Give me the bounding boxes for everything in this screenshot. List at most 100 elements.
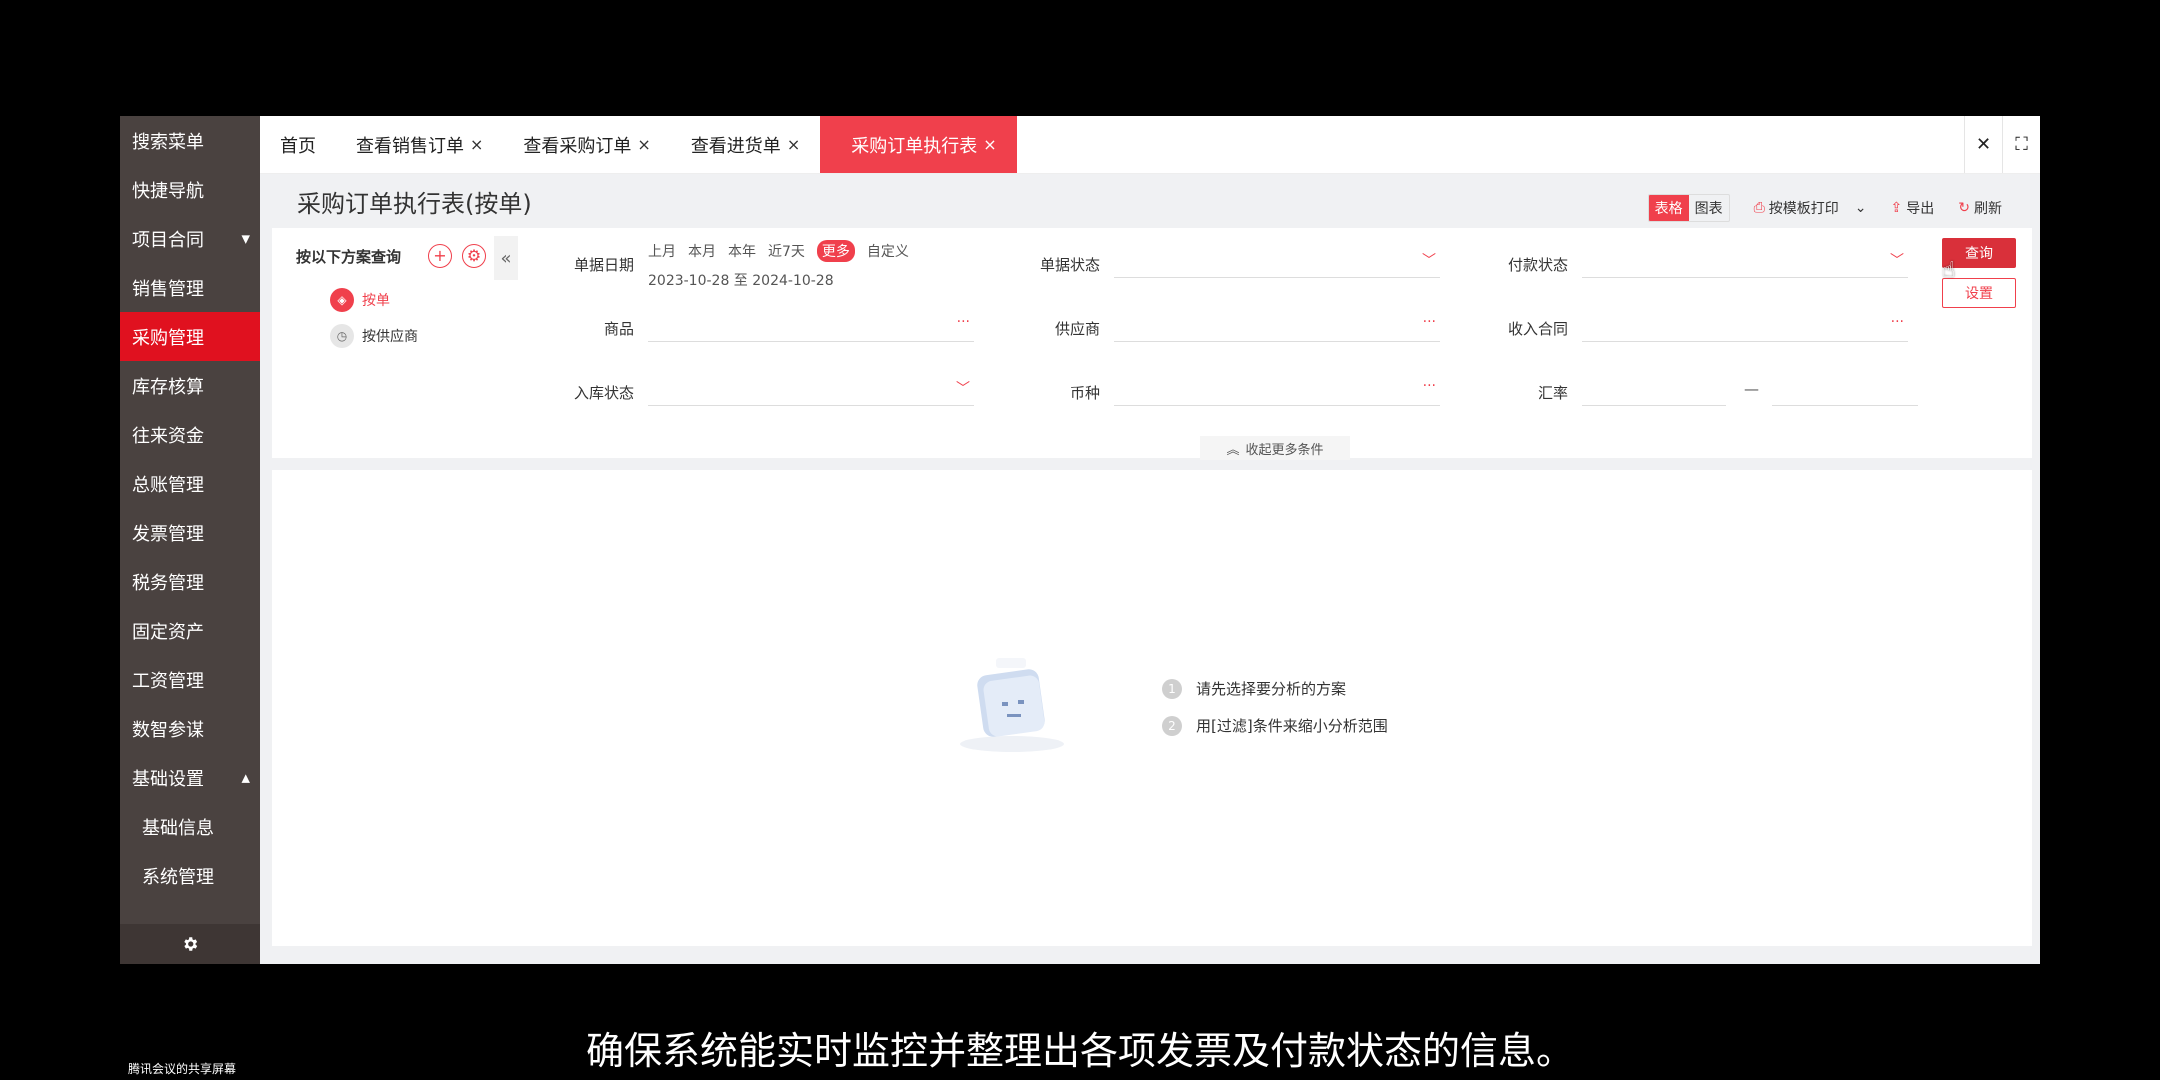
plan-item-by-order[interactable]: ◈ 按单 [330,288,390,312]
tab-home[interactable]: 首页 [260,116,336,173]
chevron-down-icon: ﹀ [1422,253,1436,269]
collapse-more-conditions[interactable]: ︽ 收起更多条件 [1200,436,1350,460]
settings-gear-button[interactable] [120,924,260,964]
sidebar-item-label: 快捷导航 [132,180,204,202]
screen-share-note: 腾讯会议的共享屏幕 [128,1062,237,1076]
tab-view-sales-order[interactable]: 查看销售订单 × [336,116,503,173]
tab-label: 查看进货单 [690,135,781,157]
close-icon: ✕ [1975,134,1992,155]
caret-down-icon: ▼ [241,232,250,245]
export-icon: ⇪ [1890,200,1903,216]
sidebar: 搜索菜单 快捷导航 项目合同 ▼ 销售管理 采购管理 库存核算 往来资金 总账管理… [120,116,260,964]
sidebar-item-tax[interactable]: 税务管理 [120,557,260,606]
date-custom[interactable]: 自定义 [867,241,909,261]
date-this-year[interactable]: 本年 [728,241,756,261]
date-more[interactable]: 更多 [816,240,855,262]
stock-status-select[interactable]: ﹀ [648,374,974,406]
doc-status-select[interactable]: ﹀ [1114,246,1440,278]
currency-input[interactable]: ··· [1114,374,1440,406]
plan-heading: 按以下方案查询 [296,248,402,266]
add-plan-button[interactable]: + [428,244,452,268]
date-quick-select: 上月 本月 本年 近7天 更多 自定义 [648,240,909,262]
date-range-value[interactable]: 2023-10-28 至 2024-10-28 [648,270,834,290]
sidebar-item-sales[interactable]: 销售管理 [120,263,260,312]
hint-1: 1 请先选择要分析的方案 [1162,678,1388,699]
sidebar-item-basic-settings[interactable]: 基础设置 ▲ [120,753,260,802]
hint-number: 2 [1162,715,1182,736]
sidebar-item-basic-info[interactable]: 基础信息 [120,802,260,851]
sidebar-item-invoice[interactable]: 发票管理 [120,508,260,557]
rate-from-input[interactable] [1582,374,1726,406]
plan-list: 按以下方案查询 + ⚙ « ◈ 按单 ◷ 按供应商 [272,228,522,458]
sidebar-item-label: 项目合同 [132,229,204,251]
refresh-label: 刷新 [1974,201,2002,217]
more-dots-icon[interactable]: ··· [957,314,970,330]
sidebar-item-system[interactable]: 系统管理 [120,851,260,900]
sidebar-item-label: 发票管理 [132,523,204,545]
collapse-plan-button[interactable]: « [494,236,518,280]
tab-view-receipt[interactable]: 查看进货单 × [671,116,820,173]
double-chevron-left-icon: « [500,247,512,269]
sidebar-item-quick-nav[interactable]: 快捷导航 [120,165,260,214]
sidebar-item-fixed-assets[interactable]: 固定资产 [120,606,260,655]
close-all-tabs-button[interactable]: ✕ [1964,116,2002,173]
supplier-input[interactable]: ··· [1114,310,1440,342]
print-template-button[interactable]: ⎙ 按模板打印 [1754,198,1839,218]
sidebar-item-smart-advisor[interactable]: 数智参谋 [120,704,260,753]
sidebar-item-funds[interactable]: 往来资金 [120,410,260,459]
gear-icon: ⚙ [466,246,482,265]
tab-bar: 首页 查看销售订单 × 查看采购订单 × 查看进货单 × 采购订单执行表 × ✕ ⛶ [260,116,2040,174]
hint-number: 1 [1162,678,1182,699]
plan-item-by-supplier[interactable]: ◷ 按供应商 [330,324,418,348]
fullscreen-button[interactable]: ⛶ [2002,116,2040,173]
sidebar-item-label: 基础信息 [142,817,214,839]
sidebar-item-payroll[interactable]: 工资管理 [120,655,260,704]
income-contract-label: 收入合同 [1507,320,1568,338]
sidebar-item-label: 总账管理 [132,474,204,496]
more-dots-icon[interactable]: ··· [1423,378,1436,394]
sidebar-item-search-menu[interactable]: 搜索菜单 [120,116,260,165]
box-icon: ◈ [330,288,354,312]
date-last-month[interactable]: 上月 [648,241,676,261]
page-header: 采购订单执行表(按单) 表格 图表 ⎙ 按模板打印 ⌄ ⇪ 导出 ↻ 刷新 [260,174,2040,226]
view-chart-button[interactable]: 图表 [1689,195,1729,221]
tab-purchase-order-execution[interactable]: 采购订单执行表 × [820,116,1017,173]
sidebar-item-project-contract[interactable]: 项目合同 ▼ [120,214,260,263]
close-icon[interactable]: × [470,135,483,154]
fullscreen-icon: ⛶ [2015,134,2028,155]
pay-status-select[interactable]: ﹀ [1582,246,1908,278]
sidebar-item-label: 工资管理 [132,670,204,692]
rate-label: 汇率 [1537,384,1568,402]
more-dots-icon[interactable]: ··· [1891,314,1904,330]
double-chevron-up-icon: ︽ [1226,442,1240,458]
result-area: 1 请先选择要分析的方案 2 用[过滤]条件来缩小分析范围 [272,470,2032,946]
tab-view-purchase-order[interactable]: 查看采购订单 × [503,116,670,173]
export-button[interactable]: ⇪ 导出 [1891,198,1935,218]
sidebar-item-inventory[interactable]: 库存核算 [120,361,260,410]
clock-icon: ◷ [330,324,354,348]
view-table-button[interactable]: 表格 [1648,195,1689,221]
app-window: 搜索菜单 快捷导航 项目合同 ▼ 销售管理 采购管理 库存核算 往来资金 总账管理… [120,116,2040,964]
sidebar-item-purchase[interactable]: 采购管理 [120,312,260,361]
rate-to-input[interactable] [1772,374,1918,406]
sidebar-item-label: 往来资金 [132,425,204,447]
refresh-button[interactable]: ↻ 刷新 [1958,198,2002,218]
tab-label: 采购订单执行表 [851,135,978,157]
close-icon[interactable]: × [983,135,996,154]
product-input[interactable]: ··· [648,310,974,342]
close-icon[interactable]: × [637,135,650,154]
empty-state-illustration [960,658,1064,752]
income-contract-input[interactable]: ··· [1582,310,1908,342]
export-label: 导出 [1906,201,1935,217]
close-icon[interactable]: × [787,135,800,154]
print-label: 按模板打印 [1768,201,1839,217]
plan-item-label: 按供应商 [362,329,418,345]
date-last-7-days[interactable]: 近7天 [768,241,805,261]
plus-icon: + [433,246,447,265]
plan-settings-button[interactable]: ⚙ [462,244,486,268]
date-this-month[interactable]: 本月 [688,241,716,261]
sidebar-item-label: 基础设置 [132,768,204,790]
more-dots-icon[interactable]: ··· [1423,314,1436,330]
print-dropdown[interactable]: ⌄ [1855,200,1867,216]
sidebar-item-ledger[interactable]: 总账管理 [120,459,260,508]
